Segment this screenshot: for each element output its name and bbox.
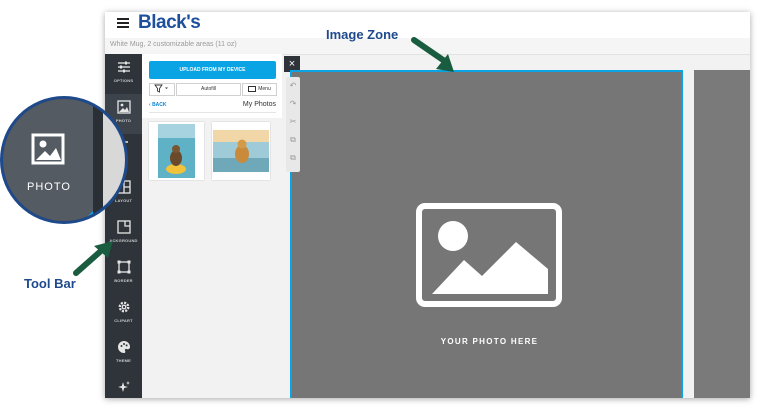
second-image-zone[interactable] [694,70,750,398]
folder-icon [248,85,257,92]
placeholder-caption: YOUR PHOTO HERE [440,337,539,346]
zoomed-active-marker [83,211,93,221]
edit-toolbar: ↶ ↷ ✂ ⧉ ⧉ [286,77,300,172]
tool-label: BORDER [114,278,133,283]
zoomed-photo-label: PHOTO [27,181,71,193]
image-icon [31,133,65,165]
menu-icon[interactable] [117,18,129,28]
redo-icon[interactable]: ↷ [286,95,300,113]
tool-bar-label: Tool Bar [24,276,76,291]
border-icon [117,260,130,274]
tool-bar-arrow [73,241,113,276]
dog-on-beach-photo [213,130,269,172]
product-info: White Mug, 2 customizable areas (11 oz) [110,41,237,48]
tool-clipart[interactable]: CLIPART [105,294,142,334]
background-icon [116,220,131,234]
logo[interactable]: Black's [138,12,201,34]
filter-dropdown[interactable] [149,83,175,96]
panel-nav: ‹ BACK My Photos [149,100,276,113]
tool-label: OPTIONS [113,78,134,83]
undo-icon[interactable]: ↶ [286,77,300,95]
zoom-callout: PHOTO [0,96,128,224]
panel-controls: Autofill Menu [149,83,277,96]
tool-options[interactable]: OPTIONS [105,54,142,94]
photo-thumbnail[interactable] [149,122,204,180]
image-zone-arrow [411,37,454,72]
tool-theme[interactable]: THEME [105,334,142,374]
filter-icon [154,84,168,93]
sliders-icon [117,61,130,73]
menu-button[interactable]: Menu [242,83,277,96]
back-link[interactable]: ‹ BACK [149,102,167,108]
menu-label: Menu [258,86,271,92]
upload-button[interactable]: UPLOAD FROM MY DEVICE [149,61,276,79]
image-zone[interactable]: YOUR PHOTO HERE [290,70,683,398]
dog-on-paddleboard-photo [158,124,195,178]
photo-thumbnail[interactable] [212,122,270,180]
sparkle-icon [117,381,130,392]
gear-icon [118,301,129,313]
autofill-button[interactable]: Autofill [176,83,241,96]
panel-title: My Photos [242,101,276,108]
zoomed-panel-edge [103,99,125,221]
scissors-icon[interactable]: ✂ [286,113,300,131]
photo-grid [142,118,282,398]
zoomed-divider [93,99,103,221]
zoomed-photo-tool: PHOTO [3,99,125,221]
tool-effects[interactable] [105,374,142,398]
close-icon: × [288,58,296,70]
header: Black's [105,12,750,38]
palette-icon [117,341,130,353]
copy-icon[interactable]: ⧉ [286,131,300,149]
paste-icon[interactable]: ⧉ [286,149,300,167]
image-placeholder-icon [416,203,562,307]
tool-label: CLIPART [114,318,133,323]
back-label: BACK [152,102,167,108]
tool-label: THEME [116,358,131,363]
photo-panel: UPLOAD FROM MY DEVICE Autofill Menu ‹ BA… [142,54,282,398]
image-zone-label: Image Zone [326,27,399,42]
